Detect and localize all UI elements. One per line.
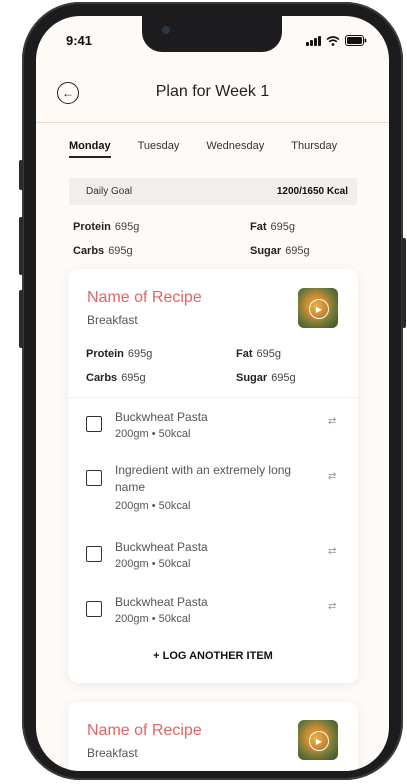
battery-icon	[345, 35, 367, 46]
daily-goal-label: Daily Goal	[86, 186, 133, 197]
recipe-thumbnail[interactable]: ▶	[298, 288, 338, 328]
recipe-card: Name of Recipe Breakfast ▶	[68, 702, 358, 771]
daily-goal-value: 1200/1650 Kcal	[276, 186, 348, 197]
daily-macros: Protein 695g Fat 695g Carbs 695g Sugar 695g	[73, 221, 363, 269]
ingredient-item: Buckwheat Pasta 200gm • 50kcal ⇄	[86, 409, 346, 449]
ingredient-name: Buckwheat Pasta	[115, 595, 208, 609]
notch	[142, 16, 282, 52]
status-icons	[306, 35, 367, 46]
volume-down-button	[19, 290, 23, 348]
status-time: 9:41	[66, 33, 93, 48]
carbs-stat: Carbs 695g	[73, 245, 133, 257]
protein-stat: Protein 695g	[73, 221, 140, 233]
tab-thursday[interactable]: Thursday	[291, 140, 337, 158]
wifi-icon	[326, 35, 340, 46]
log-another-item-button[interactable]: + LOG ANOTHER ITEM	[68, 650, 358, 662]
tab-monday[interactable]: Monday	[69, 140, 111, 158]
ingredient-checkbox[interactable]	[86, 601, 102, 617]
ingredient-name: Buckwheat Pasta	[115, 540, 208, 554]
camera-icon	[162, 26, 170, 34]
ingredient-detail: 200gm • 50kcal	[115, 558, 191, 570]
protein-stat: Protein 695g	[86, 348, 153, 360]
ingredient-checkbox[interactable]	[86, 470, 102, 486]
sugar-stat: Sugar 695g	[236, 372, 296, 384]
ingredient-detail: 200gm • 50kcal	[115, 500, 191, 512]
app-screen: 9:41 ← Plan for Week 1 Monday Tuesday We…	[36, 16, 389, 771]
recipe-thumbnail[interactable]: ▶	[298, 720, 338, 760]
ingredient-item: Buckwheat Pasta 200gm • 50kcal ⇄	[86, 539, 346, 579]
recipe-name[interactable]: Name of Recipe	[87, 289, 202, 307]
ingredient-name: Ingredient with an extremely long name	[115, 463, 292, 494]
day-tabs: Monday Tuesday Wednesday Thursday	[69, 140, 389, 158]
recipe-name[interactable]: Name of Recipe	[87, 722, 202, 740]
ingredient-name: Buckwheat Pasta	[115, 410, 208, 424]
ingredient-detail: 200gm • 50kcal	[115, 428, 191, 440]
recipe-card: Name of Recipe Breakfast ▶ Protein 695g F…	[68, 269, 358, 683]
power-button	[402, 238, 406, 328]
carbs-stat: Carbs 695g	[86, 372, 146, 384]
swap-icon[interactable]: ⇄	[328, 547, 340, 557]
recipe-macros: Protein 695g Fat 695g Carbs 695g Sugar 695g	[86, 348, 346, 396]
fat-stat: Fat 695g	[236, 348, 281, 360]
volume-up-button	[19, 217, 23, 275]
mute-switch	[19, 160, 23, 190]
tab-wednesday[interactable]: Wednesday	[206, 140, 264, 158]
meal-type: Breakfast	[87, 313, 138, 327]
daily-goal-bar: Daily Goal 1200/1650 Kcal	[69, 178, 357, 205]
swap-icon[interactable]: ⇄	[328, 602, 340, 612]
fat-stat: Fat 695g	[250, 221, 295, 233]
meal-type: Breakfast	[87, 746, 138, 760]
swap-icon[interactable]: ⇄	[328, 417, 340, 427]
ingredient-item: Buckwheat Pasta 200gm • 50kcal ⇄	[86, 594, 346, 634]
divider	[68, 397, 358, 398]
ingredient-item: Ingredient with an extremely long name 2…	[86, 462, 346, 522]
play-icon: ▶	[309, 731, 329, 751]
page-title: Plan for Week 1	[155, 83, 270, 100]
ingredient-checkbox[interactable]	[86, 416, 102, 432]
tab-tuesday[interactable]: Tuesday	[138, 140, 180, 158]
play-icon: ▶	[309, 299, 329, 319]
page-header: ← Plan for Week 1	[36, 70, 389, 123]
signal-icon	[306, 35, 321, 46]
ingredient-detail: 200gm • 50kcal	[115, 613, 191, 625]
sugar-stat: Sugar 695g	[250, 245, 310, 257]
ingredient-checkbox[interactable]	[86, 546, 102, 562]
swap-icon[interactable]: ⇄	[328, 472, 340, 482]
